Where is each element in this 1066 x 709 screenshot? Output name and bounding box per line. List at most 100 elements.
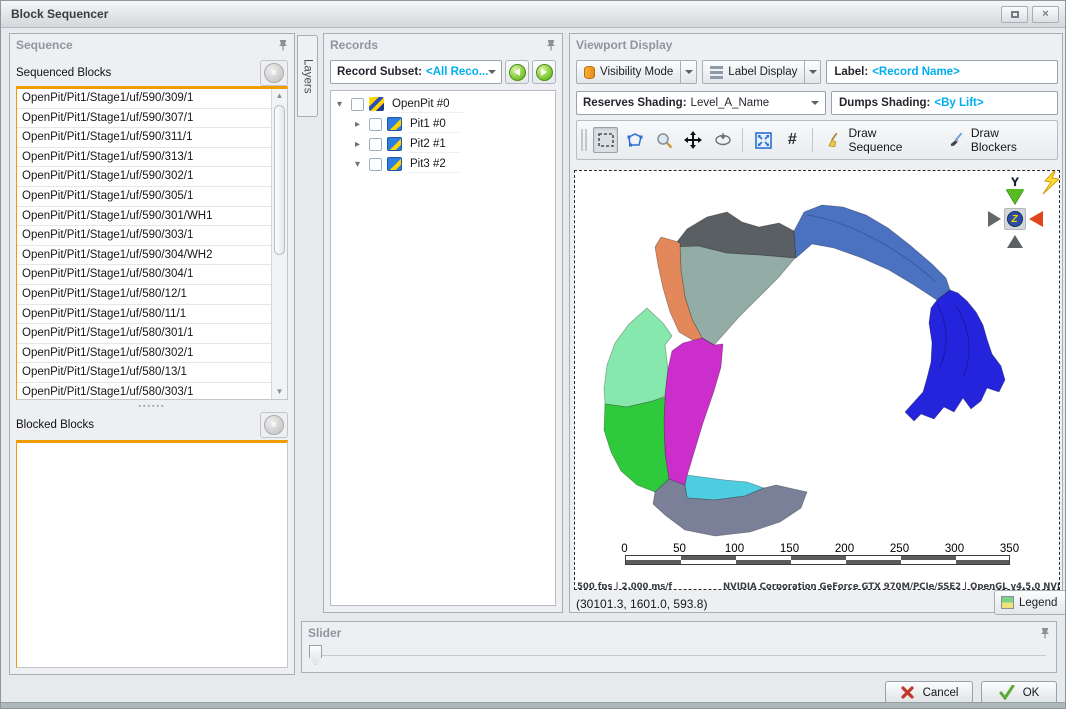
sequenced-block-row[interactable]: OpenPit/Pit1/Stage1/uf/590/302/1 [17,167,287,187]
layers-tab[interactable]: Layers [297,35,318,117]
record-icon [387,137,402,151]
marquee-select-button[interactable] [593,127,618,153]
titlebar[interactable]: Block Sequencer × [1,1,1065,28]
blocked-blocks-list[interactable] [16,440,288,668]
slider-thumb[interactable] [309,645,322,665]
viewport-3d[interactable]: Y Z 050100150200250300350 [574,170,1060,590]
scroll-thumb[interactable] [274,105,285,255]
checkbox[interactable] [369,118,382,131]
axis-down-arrow-icon[interactable] [1006,189,1024,204]
scroll-down-icon[interactable]: ▼ [273,385,286,399]
record-subset-label: Record Subset: [337,66,422,78]
pan-button[interactable] [681,127,706,153]
close-button[interactable]: × [1032,6,1059,23]
sequenced-block-row[interactable]: OpenPit/Pit1/Stage1/uf/580/301/1 [17,324,287,344]
draw-sequence-button[interactable]: Draw Sequence [820,127,938,153]
label-display-dropdown[interactable] [805,60,821,84]
axis-left-arrow-icon[interactable] [988,211,1001,227]
axis-up-arrow-icon[interactable] [1007,235,1023,248]
axis-widget[interactable]: Y Z [985,175,1045,248]
clear-sequenced-frame[interactable]: × [260,60,288,86]
record-label: Pit3 #2 [408,156,460,173]
tree-item[interactable]: Pit1 #0 [331,114,555,134]
mesh-region-dark-blue [905,290,1005,421]
zoom-button[interactable] [652,127,677,153]
toolbar-grip[interactable] [581,129,587,151]
grid-toggle-button[interactable]: # [780,127,805,153]
sequenced-block-row[interactable]: OpenPit/Pit1/Stage1/uf/580/12/1 [17,285,287,305]
sequenced-block-row[interactable]: OpenPit/Pit1/Stage1/uf/590/307/1 [17,109,287,129]
sequenced-block-row[interactable]: OpenPit/Pit1/Stage1/uf/580/302/1 [17,344,287,364]
toolbar-separator [742,128,743,152]
records-tree[interactable]: OpenPit #0 Pit1 #0 Pit2 #1 [330,90,556,606]
scroll-up-icon[interactable]: ▲ [273,89,286,103]
label-field[interactable]: Label: <Record Name> [826,60,1058,84]
clear-sequenced-icon[interactable]: × [264,63,284,83]
clear-blocked-frame[interactable]: × [260,412,288,438]
move-left-button[interactable] [505,60,529,84]
visibility-mode-button[interactable]: Visibility Mode [576,60,681,84]
slider-track[interactable] [312,655,1046,656]
orbit-button[interactable] [710,127,735,153]
sequenced-blocks-list[interactable]: OpenPit/Pit1/Stage1/uf/590/309/1 OpenPit… [16,86,288,400]
visibility-mode-icon [584,66,595,79]
expand-arrow-icon[interactable] [355,119,367,130]
sequenced-block-row[interactable]: OpenPit/Pit1/Stage1/uf/590/311/1 [17,128,287,148]
axis-z-button[interactable]: Z [1004,208,1026,230]
axis-right-arrow-icon[interactable] [1029,211,1043,227]
pin-icon[interactable] [1040,627,1050,639]
record-subset-dropdown[interactable]: Record Subset: <All Reco... [330,60,502,84]
checkbox[interactable] [351,98,364,111]
sequenced-block-row[interactable]: OpenPit/Pit1/Stage1/uf/590/309/1 [17,89,287,109]
maximize-button[interactable] [1001,6,1028,23]
sequenced-block-row[interactable]: OpenPit/Pit1/Stage1/uf/590/313/1 [17,148,287,168]
checkbox[interactable] [369,138,382,151]
chevron-down-icon [685,70,693,74]
sequenced-block-row[interactable]: OpenPit/Pit1/Stage1/uf/580/11/1 [17,305,287,325]
dumps-shading-field[interactable]: Dumps Shading: <By Lift> [831,91,1058,115]
scalebar-tick-label: 200 [817,543,872,555]
checkbox[interactable] [369,158,382,171]
legend-label: Legend [1019,597,1057,609]
toolbar-separator [812,128,813,152]
window-bottom-edge [1,702,1065,708]
tree-item[interactable]: Pit2 #1 [331,134,555,154]
expand-arrow-icon[interactable] [355,139,367,150]
dumps-shading-value: <By Lift> [934,97,983,109]
visibility-mode-dropdown[interactable] [681,60,697,84]
sequenced-list-scrollbar[interactable]: ▲ ▼ [271,89,287,399]
pin-icon[interactable] [278,39,288,51]
expand-arrow-icon[interactable] [337,99,349,110]
sequenced-block-row[interactable]: OpenPit/Pit1/Stage1/uf/580/13/1 [17,363,287,383]
tree-item[interactable]: OpenPit #0 [331,94,555,114]
lightning-icon[interactable] [1040,170,1060,195]
move-right-button[interactable] [532,60,556,84]
record-icon [387,117,402,131]
axis-y-label: Y [1011,175,1019,189]
sequenced-block-row[interactable]: OpenPit/Pit1/Stage1/uf/590/303/1 [17,226,287,246]
pin-icon[interactable] [546,39,556,51]
record-icon [387,157,402,171]
lists-splitter[interactable]: ▪▪▪▪▪▪ [16,401,288,411]
cancel-button[interactable]: Cancel [885,681,973,704]
sequenced-block-row[interactable]: OpenPit/Pit1/Stage1/uf/590/305/1 [17,187,287,207]
clear-blocked-icon[interactable]: × [264,415,284,435]
tree-item[interactable]: Pit3 #2 [331,154,555,174]
draw-blockers-button[interactable]: Draw Blockers [942,127,1053,153]
ok-button[interactable]: OK [981,681,1057,704]
sequenced-block-row[interactable]: OpenPit/Pit1/Stage1/uf/590/304/WH2 [17,246,287,266]
reserves-shading-dropdown[interactable]: Reserves Shading: Level_A_Name [576,91,826,115]
sequenced-block-row[interactable]: OpenPit/Pit1/Stage1/uf/580/304/1 [17,265,287,285]
expand-arrow-icon[interactable] [355,159,367,170]
polygon-select-button[interactable] [622,127,647,153]
legend-button[interactable]: Legend [994,590,1066,615]
broom-icon [827,132,843,148]
green-check-icon [999,685,1015,700]
fit-to-window-button[interactable] [750,127,775,153]
sequenced-block-row[interactable]: OpenPit/Pit1/Stage1/uf/580/303/1 [17,383,287,400]
sequenced-block-row[interactable]: OpenPit/Pit1/Stage1/uf/590/301/WH1 [17,207,287,227]
reserves-shading-value: Level_A_Name [691,97,770,109]
record-icon [369,97,384,111]
label-display-button[interactable]: Label Display [702,60,805,84]
scalebar-tick-label: 50 [652,543,707,555]
